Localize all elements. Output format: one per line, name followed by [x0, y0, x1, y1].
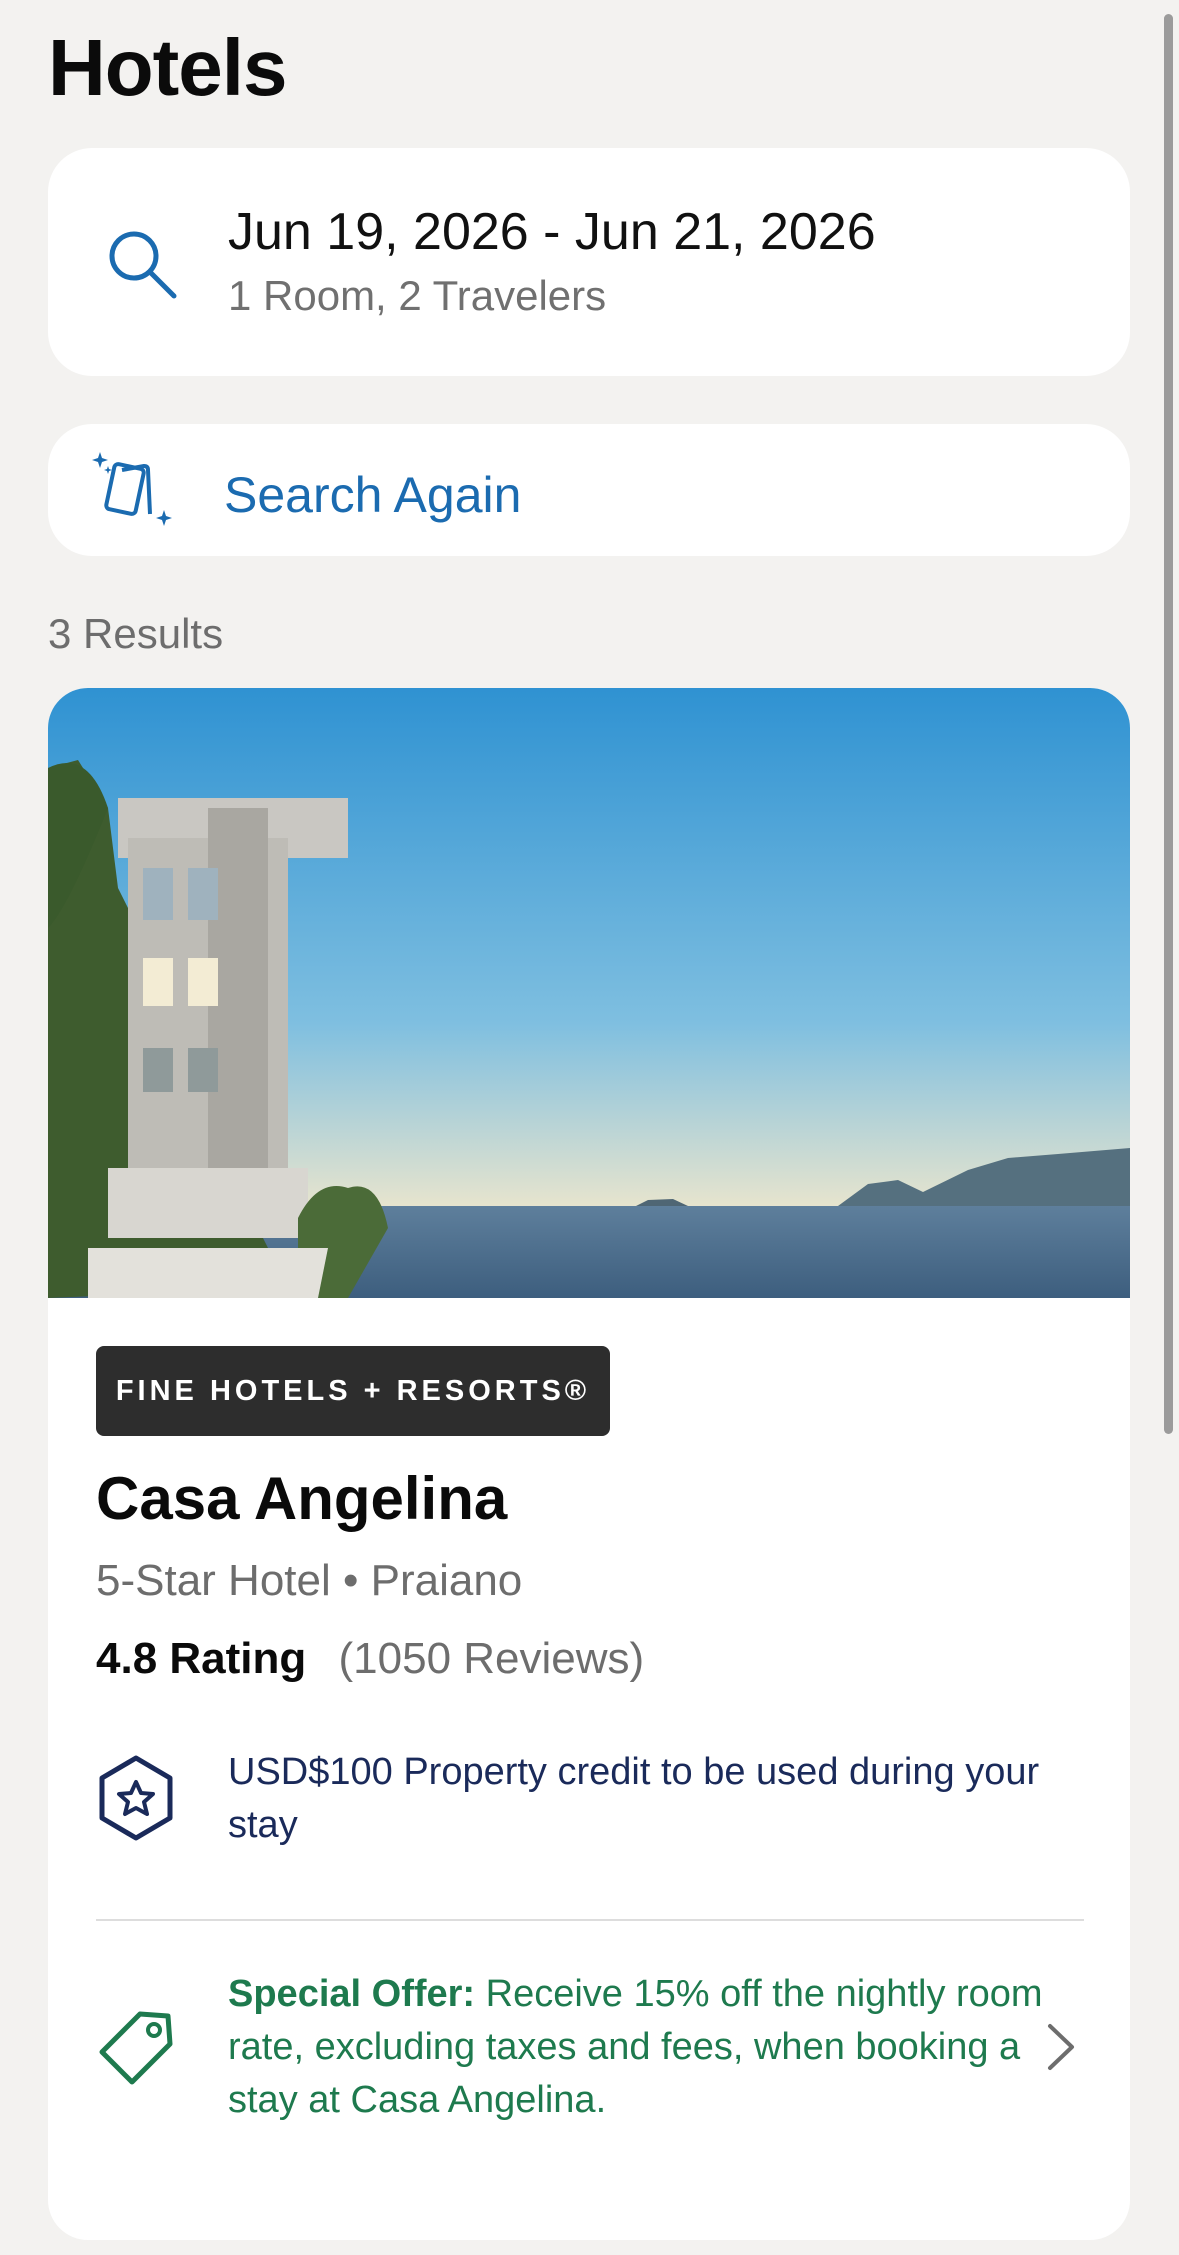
star-badge-icon [99, 1755, 173, 1841]
special-offer-label: Special Offer: [228, 1973, 476, 2015]
search-travelers: 1 Room, 2 Travelers [228, 272, 607, 319]
hotel-name[interactable]: Casa Angelina [96, 1464, 507, 1533]
special-offer-text[interactable]: Special Offer: Receive 15% off the night… [228, 1968, 1048, 2127]
hotel-card[interactable]: FINE HOTELS + RESORTS® Casa Angelina 5-S… [48, 688, 1130, 2240]
property-credit-text: USD$100 Property credit to be used durin… [228, 1751, 1040, 1846]
review-count: (1050 Reviews) [338, 1634, 645, 1683]
search-dates: Jun 19, 2026 - Jun 21, 2026 [228, 203, 876, 261]
results-count: 3 Results [48, 610, 224, 657]
rating-value: 4.8 Rating [96, 1634, 307, 1683]
sparkle-cards-icon [92, 452, 172, 526]
hotel-photo [48, 688, 1130, 1298]
price-tag-icon [99, 2011, 173, 2085]
brand-badge: FINE HOTELS + RESORTS® [96, 1346, 610, 1436]
search-again-button[interactable]: Search Again [48, 424, 1130, 556]
search-again-label: Search Again [224, 467, 522, 523]
hotels-screen: Hotels Jun 19, 2026 - Jun 21, 2026 1 Roo… [0, 0, 1179, 2255]
chevron-right-icon[interactable] [1044, 2020, 1078, 2074]
hotel-meta: 5-Star Hotel • Praiano [96, 1556, 523, 1605]
scrollbar[interactable] [1164, 14, 1173, 1434]
divider [96, 1919, 1084, 1921]
rating-line: 4.8 Rating (1050 Reviews) [96, 1634, 644, 1684]
page-title: Hotels [48, 23, 287, 112]
search-icon [109, 231, 177, 299]
search-summary-card[interactable]: Jun 19, 2026 - Jun 21, 2026 1 Room, 2 Tr… [48, 148, 1130, 376]
